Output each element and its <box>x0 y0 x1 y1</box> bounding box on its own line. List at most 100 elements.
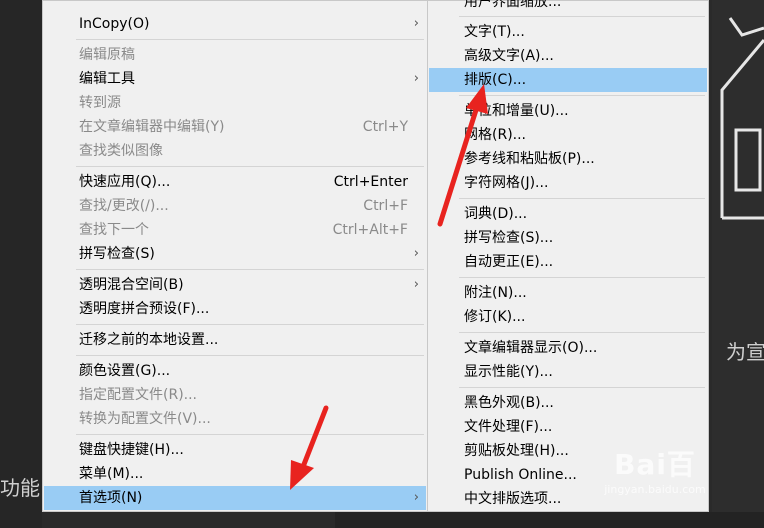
menu-separator <box>76 355 424 356</box>
menu-item-preferences[interactable]: 首选项(N) › <box>44 486 426 510</box>
menu-item-label: 在文章编辑器中编辑(Y) <box>79 119 225 135</box>
menu-item-label: Publish Online... <box>464 467 577 483</box>
menu-separator <box>459 277 705 278</box>
background-left-text: 功能 <box>0 476 40 500</box>
watermark-url: jingyan.baidu.com <box>604 483 706 496</box>
submenu-arrow-icon: › <box>413 277 419 292</box>
menu-separator <box>76 434 424 435</box>
menu-item-label: 查找/更改(/)... <box>79 198 169 214</box>
submenu-item-display-performance[interactable]: 显示性能(Y)... <box>429 360 707 384</box>
menu-item-label: 拼写检查(S)... <box>464 230 554 246</box>
menu-item-label: 转到源 <box>79 95 121 111</box>
submenu-item-grids[interactable]: 网格(R)... <box>429 123 707 147</box>
menu-separator <box>459 198 705 199</box>
menu-item-label: 菜单(M)... <box>79 466 144 482</box>
menu-item-label: 编辑工具 <box>79 71 135 87</box>
submenu-item-type[interactable]: 文字(T)... <box>429 20 707 44</box>
menu-item-label: 网格(R)... <box>464 127 527 143</box>
menu-item-label: InCopy(O) <box>79 16 150 32</box>
menu-item-label: 自动更正(E)... <box>464 254 554 270</box>
submenu-item-advanced-type[interactable]: 高级文字(A)... <box>429 44 707 68</box>
submenu-arrow-icon: › <box>413 71 419 86</box>
menu-item-shortcut: Ctrl+F <box>363 198 408 214</box>
baidu-watermark: Bai百 jingyan.baidu.com <box>585 443 725 523</box>
menu-item-keyboard-shortcuts[interactable]: 键盘快捷键(H)... <box>44 438 426 462</box>
menu-separator <box>76 166 424 167</box>
main-context-menu: InCopy(O) › 编辑原稿 编辑工具 › 转到源 在文章编辑器中编辑(Y)… <box>42 0 428 512</box>
menu-item-quick-apply[interactable]: 快速应用(Q)... Ctrl+Enter <box>44 170 426 194</box>
menu-item-shortcut: Ctrl+Enter <box>333 174 408 190</box>
menu-item-label: 快速应用(Q)... <box>79 174 171 190</box>
submenu-item-units-increments[interactable]: 单位和增量(U)... <box>429 99 707 123</box>
menu-item-transparency-flattener-presets[interactable]: 透明度拼合预设(F)... <box>44 297 426 321</box>
menu-separator <box>459 16 705 17</box>
menu-item-label: 字符网格(J)... <box>464 175 549 191</box>
menu-item-incopy[interactable]: InCopy(O) › <box>44 12 426 36</box>
submenu-item-file-handling[interactable]: 文件处理(F)... <box>429 415 707 439</box>
menu-item-label: 词典(D)... <box>464 206 528 222</box>
menu-item-go-to-source[interactable]: 转到源 <box>44 91 426 115</box>
submenu-arrow-icon: › <box>413 16 419 31</box>
submenu-item-interface-scaling[interactable]: 用户界面缩放... <box>429 0 707 14</box>
menu-separator <box>459 95 705 96</box>
menu-item-label: 高级文字(A)... <box>464 48 554 64</box>
submenu-item-composition[interactable]: 排版(C)... <box>429 68 707 92</box>
submenu-arrow-icon: › <box>413 246 419 261</box>
menu-item-label: 编辑原稿 <box>79 47 135 63</box>
menu-item-edit-in-story-editor[interactable]: 在文章编辑器中编辑(Y) Ctrl+Y <box>44 115 426 139</box>
menu-item-label: 显示性能(Y)... <box>464 364 553 380</box>
submenu-item-dictionary[interactable]: 词典(D)... <box>429 202 707 226</box>
menu-item-label: 中文排版选项... <box>464 491 562 507</box>
menu-item-label: 单位和增量(U)... <box>464 103 569 119</box>
menu-item-shortcut: Ctrl+Alt+F <box>332 222 408 238</box>
submenu-item-notes[interactable]: 附注(N)... <box>429 281 707 305</box>
preferences-submenu: 用户界面缩放... 文字(T)... 高级文字(A)... 排版(C)... 单… <box>427 0 709 512</box>
menu-item-label: 文件处理(F)... <box>464 419 553 435</box>
menu-item-find-similar-image[interactable]: 查找类似图像 <box>44 139 426 163</box>
house-outline-icon <box>720 17 764 220</box>
menu-item-label: 迁移之前的本地设置... <box>79 332 219 348</box>
menu-item-label: 文字(T)... <box>464 24 525 40</box>
submenu-item-autocorrect[interactable]: 自动更正(E)... <box>429 250 707 274</box>
menu-separator <box>459 332 705 333</box>
menu-separator <box>76 269 424 270</box>
menu-item-menus[interactable]: 菜单(M)... <box>44 462 426 486</box>
menu-item-label: 黑色外观(B)... <box>464 395 554 411</box>
menu-item-color-settings[interactable]: 颜色设置(G)... <box>44 359 426 383</box>
menu-item-label: 透明混合空间(B) <box>79 277 184 293</box>
menu-item-convert-to-profile[interactable]: 转换为配置文件(V)... <box>44 407 426 431</box>
menu-item-label: 附注(N)... <box>464 285 527 301</box>
submenu-item-spelling[interactable]: 拼写检查(S)... <box>429 226 707 250</box>
menu-item-edit-original[interactable]: 编辑原稿 <box>44 43 426 67</box>
menu-item-label: 键盘快捷键(H)... <box>79 442 184 458</box>
menu-item-label: 排版(C)... <box>464 72 527 88</box>
menu-item-label: 用户界面缩放... <box>464 0 562 10</box>
background-right-text: 为宣 <box>726 340 764 364</box>
submenu-arrow-icon: › <box>413 490 419 505</box>
menu-item-label: 文章编辑器显示(O)... <box>464 340 598 356</box>
menu-item-spelling[interactable]: 拼写检查(S) › <box>44 242 426 266</box>
menu-item-label: 转换为配置文件(V)... <box>79 411 211 427</box>
menu-item-find-next[interactable]: 查找下一个 Ctrl+Alt+F <box>44 218 426 242</box>
menu-item-assign-profiles[interactable]: 指定配置文件(R)... <box>44 383 426 407</box>
menu-item-label: 剪贴板处理(H)... <box>464 443 569 459</box>
submenu-item-story-editor-display[interactable]: 文章编辑器显示(O)... <box>429 336 707 360</box>
menu-separator <box>459 387 705 388</box>
menu-item-shortcut: Ctrl+Y <box>362 119 408 135</box>
submenu-item-frame-grid[interactable]: 字符网格(J)... <box>429 171 707 195</box>
menu-item-edit-with[interactable]: 编辑工具 › <box>44 67 426 91</box>
background-left-panel <box>0 0 42 528</box>
menu-item-label: 透明度拼合预设(F)... <box>79 301 210 317</box>
submenu-item-track-changes[interactable]: 修订(K)... <box>429 305 707 329</box>
menu-separator <box>76 324 424 325</box>
submenu-item-appearance-of-black[interactable]: 黑色外观(B)... <box>429 391 707 415</box>
menu-separator <box>76 39 424 40</box>
menu-item-migrate-settings[interactable]: 迁移之前的本地设置... <box>44 328 426 352</box>
menu-item-label: 指定配置文件(R)... <box>79 387 198 403</box>
menu-item-label: 查找类似图像 <box>79 143 163 159</box>
menu-item-label: 参考线和粘贴板(P)... <box>464 151 595 167</box>
menu-item-label: 拼写检查(S) <box>79 246 155 262</box>
menu-item-transparency-blend-space[interactable]: 透明混合空间(B) › <box>44 273 426 297</box>
menu-item-find-change[interactable]: 查找/更改(/)... Ctrl+F <box>44 194 426 218</box>
submenu-item-guides-pasteboard[interactable]: 参考线和粘贴板(P)... <box>429 147 707 171</box>
